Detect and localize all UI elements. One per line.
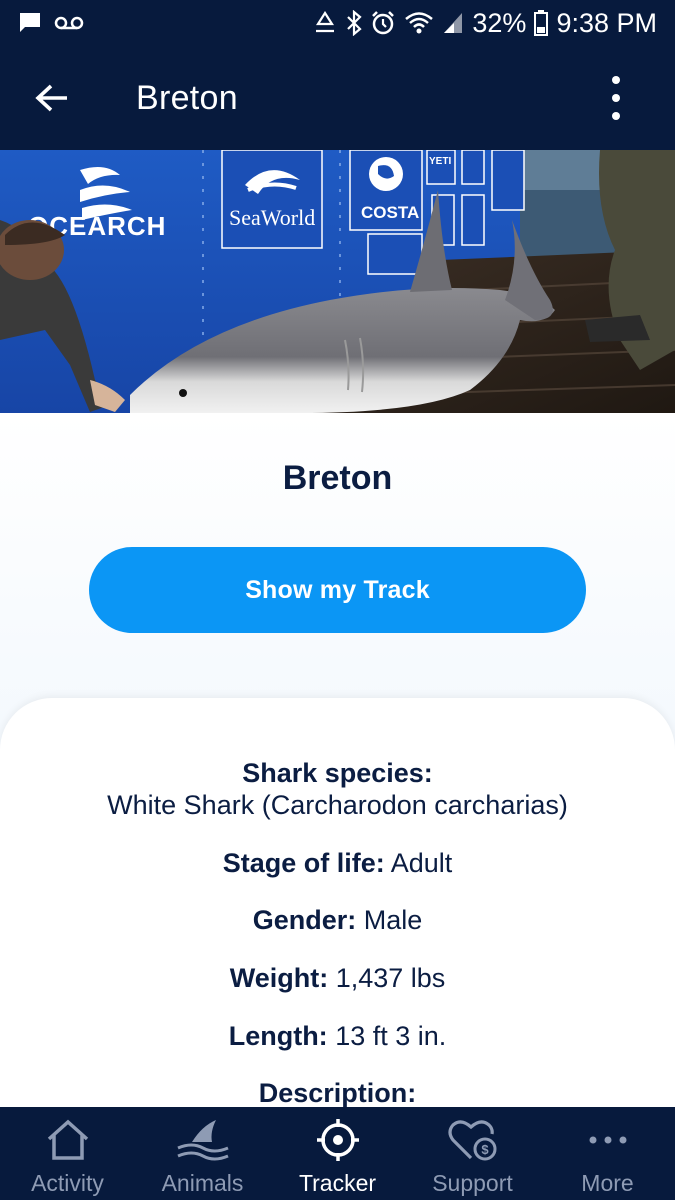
- description-label: Description:: [258, 1078, 417, 1108]
- shark-fin-icon: [135, 1115, 270, 1165]
- bottom-navigation: Activity Animals Tracker $ Support More: [0, 1107, 675, 1200]
- voicemail-icon: [54, 15, 84, 31]
- page-title: Breton: [136, 78, 238, 117]
- back-arrow-icon: [35, 84, 67, 112]
- nav-activity-label: Activity: [31, 1170, 104, 1196]
- stage-value: Adult: [390, 848, 453, 878]
- species-label: Shark species:: [0, 758, 675, 789]
- nav-support[interactable]: $ Support: [405, 1107, 540, 1200]
- nav-activity[interactable]: Activity: [0, 1107, 135, 1200]
- weight-value: 1,437 lbs: [335, 963, 446, 993]
- nav-more[interactable]: More: [540, 1107, 675, 1200]
- profile-section: Breton Show my Track Shark species: Whit…: [0, 413, 675, 1118]
- details-card: Shark species: White Shark (Carcharodon …: [0, 698, 675, 1118]
- nav-tracker-label: Tracker: [298, 1170, 377, 1196]
- crosshair-icon: [270, 1115, 405, 1165]
- gender-value: Male: [363, 905, 423, 935]
- battery-icon: [534, 10, 549, 36]
- weight-label: Weight:: [229, 963, 329, 993]
- more-vert-icon-dot: [612, 94, 620, 102]
- animal-name: Breton: [282, 459, 393, 497]
- app-bar: Breton: [0, 46, 675, 150]
- bluetooth-icon: [346, 10, 363, 36]
- stage-of-life: Stage of life: Adult: [0, 848, 675, 879]
- status-left: [18, 11, 84, 35]
- recycle-icon: [312, 11, 338, 35]
- svg-text:$: $: [481, 1142, 489, 1157]
- nav-more-label: More: [581, 1170, 634, 1196]
- svg-text:SeaWorld: SeaWorld: [229, 205, 315, 230]
- nav-animals[interactable]: Animals: [135, 1107, 270, 1200]
- species-label-text: Shark species:: [242, 758, 433, 788]
- more-vert-icon-dot: [612, 112, 620, 120]
- svg-text:YETI: YETI: [429, 156, 451, 167]
- hero-photo: OCEARCH SeaWorld COSTA YETI: [0, 150, 675, 413]
- house-icon: [0, 1115, 135, 1165]
- message-icon: [18, 11, 42, 35]
- svg-text:COSTA: COSTA: [361, 203, 419, 222]
- show-track-button[interactable]: Show my Track: [89, 547, 586, 633]
- nav-animals-label: Animals: [161, 1170, 244, 1196]
- length-value: 13 ft 3 in.: [335, 1021, 447, 1051]
- alarm-icon: [370, 10, 396, 36]
- length-label: Length:: [228, 1021, 328, 1051]
- nav-support-label: Support: [432, 1170, 513, 1196]
- heart-dollar-icon: $: [405, 1115, 540, 1165]
- species-value: White Shark (Carcharodon carcharias): [107, 790, 568, 820]
- gender-label: Gender:: [252, 905, 357, 935]
- battery-percent: 32%: [472, 7, 527, 38]
- clock: 9:38 PM: [556, 7, 657, 38]
- status-bar: 32% 9:38 PM: [0, 0, 675, 46]
- more-dots-icon: [540, 1115, 675, 1165]
- gender: Gender: Male: [0, 905, 675, 936]
- nav-tracker[interactable]: Tracker: [270, 1107, 405, 1200]
- back-button[interactable]: [22, 68, 82, 128]
- status-right: 32% 9:38 PM: [312, 8, 657, 39]
- description: Description:: [0, 1078, 675, 1109]
- signal-icon: [442, 11, 464, 35]
- length: Length: 13 ft 3 in.: [0, 1021, 675, 1052]
- weight: Weight: 1,437 lbs: [0, 963, 675, 994]
- overflow-menu-button[interactable]: [609, 76, 623, 120]
- shark-photo: OCEARCH SeaWorld COSTA YETI: [0, 150, 675, 413]
- stage-label: Stage of life:: [222, 848, 385, 878]
- more-vert-icon-dot: [612, 76, 620, 84]
- wifi-icon: [404, 11, 434, 35]
